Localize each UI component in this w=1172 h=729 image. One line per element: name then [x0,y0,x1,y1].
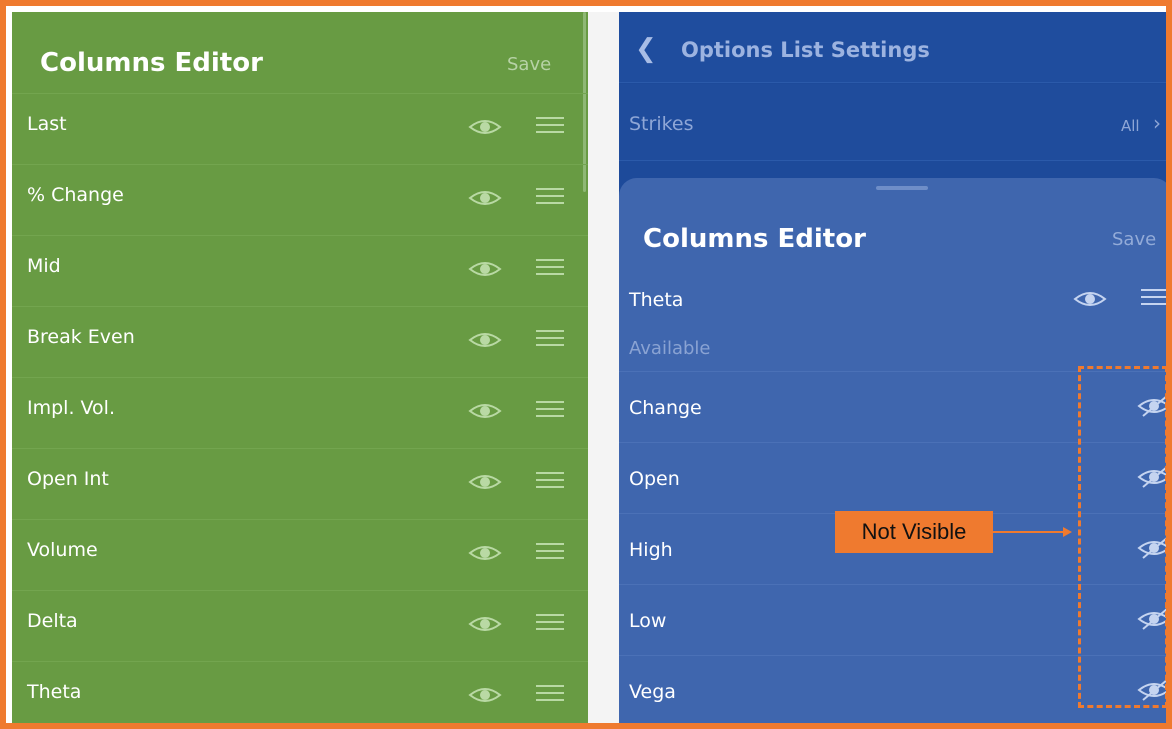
column-row[interactable]: Impl. Vol. [12,377,588,449]
available-section-label: Available [629,338,711,359]
column-row[interactable]: % Change [12,164,588,236]
column-label: % Change [27,184,124,206]
eye-visible-icon[interactable] [1073,288,1107,310]
eye-visible-icon[interactable] [468,684,502,706]
column-label: Low [629,610,667,632]
sheet-drag-handle[interactable] [876,186,928,190]
column-label: Change [629,397,702,419]
column-label: Impl. Vol. [27,397,115,419]
column-label: Delta [27,610,78,632]
column-label: Last [27,113,67,135]
eye-visible-icon[interactable] [468,187,502,209]
left-panel-title: Columns Editor [40,48,263,78]
column-label: Vega [629,681,676,703]
drag-handle-icon[interactable] [536,401,564,419]
drag-handle-icon[interactable] [536,685,564,703]
chevron-right-icon: › [1153,111,1161,135]
strikes-label: Strikes [629,113,694,135]
callout-arrow [993,527,1072,537]
visible-column-row[interactable]: Theta [619,264,1166,334]
sheet-title: Columns Editor [643,224,866,254]
left-save-button[interactable]: Save [507,54,551,75]
column-row[interactable]: Theta [12,661,588,723]
column-label: High [629,539,673,561]
column-label: Open Int [27,468,109,490]
drag-handle-icon[interactable] [536,117,564,135]
column-label: Theta [27,681,82,703]
column-row[interactable]: Delta [12,590,588,662]
drag-handle-icon[interactable] [536,472,564,490]
eye-visible-icon[interactable] [468,471,502,493]
eye-visible-icon[interactable] [468,542,502,564]
sheet-save-button[interactable]: Save [1112,229,1156,250]
column-label: Open [629,468,680,490]
column-row[interactable]: Open Int [12,448,588,520]
strikes-row[interactable]: Strikes All › [619,84,1166,161]
drag-handle-icon[interactable] [536,259,564,277]
column-row[interactable]: Break Even [12,306,588,378]
eye-visible-icon[interactable] [468,258,502,280]
eye-visible-icon[interactable] [468,329,502,351]
column-row[interactable]: Last [12,93,588,165]
back-chevron-icon[interactable]: ❮ [635,34,657,64]
eye-visible-icon[interactable] [468,400,502,422]
drag-handle-icon[interactable] [536,614,564,632]
column-row[interactable]: Mid [12,235,588,307]
not-visible-callout: Not Visible [835,511,993,553]
settings-title: Options List Settings [681,38,930,62]
column-label: Mid [27,255,61,277]
eye-visible-icon[interactable] [468,116,502,138]
column-label: Volume [27,539,98,561]
drag-handle-icon[interactable] [1141,289,1166,307]
strikes-value: All [1121,117,1140,135]
eye-visible-icon[interactable] [468,613,502,635]
panel-divider [588,12,619,723]
screenshot-frame: Columns Editor Save Last % Change Mid Break… [0,0,1172,729]
drag-handle-icon[interactable] [536,543,564,561]
drag-handle-icon[interactable] [536,188,564,206]
left-panel-columns-editor: Columns Editor Save Last % Change Mid Break… [12,12,588,723]
settings-header: ❮ Options List Settings [619,12,1166,83]
not-visible-highlight-box [1078,366,1168,708]
drag-handle-icon[interactable] [536,330,564,348]
column-label: Break Even [27,326,135,348]
column-row[interactable]: Volume [12,519,588,591]
column-label: Theta [629,289,684,311]
